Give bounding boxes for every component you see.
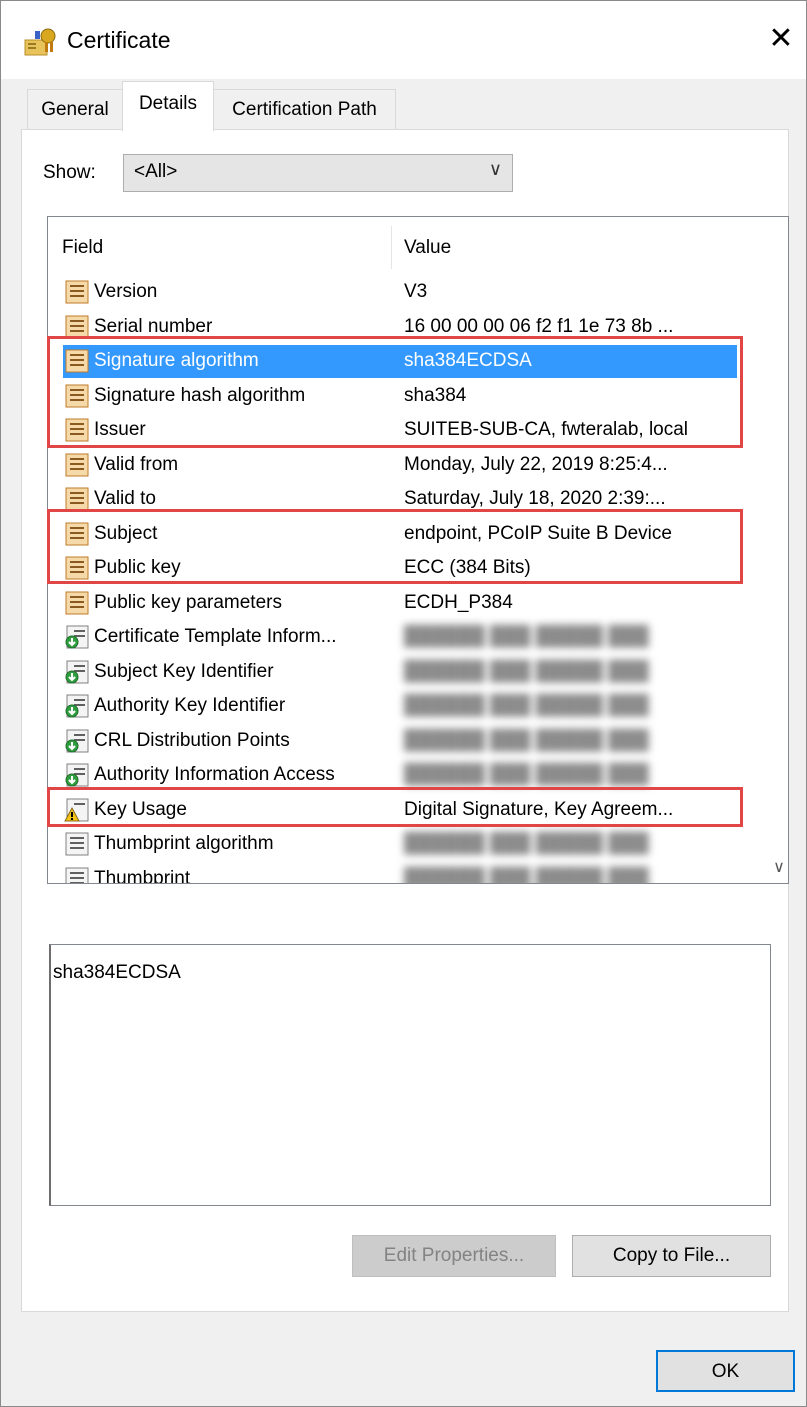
list-item[interactable]: Version V3 [48,275,770,310]
list-item[interactable]: Thumbprint algorithm ██████ ███ █████ ███ [48,827,770,862]
field-value: ECDH_P384 [404,591,513,613]
list-item[interactable]: Valid from Monday, July 22, 2019 8:25:4..… [48,448,770,483]
list-item[interactable]: Serial number 16 00 00 00 06 f2 f1 1e 73 … [48,310,770,345]
certificate-field-icon [64,555,90,581]
certificate-extension-icon [64,659,90,685]
field-value: Monday, July 22, 2019 8:25:4... [404,453,668,475]
column-header-field[interactable]: Field [62,237,103,259]
list-item[interactable]: Subject Key Identifier ██████ ███ █████ █… [48,655,770,690]
field-name: Signature algorithm [94,350,259,371]
list-item[interactable]: Authority Information Access ██████ ███ █… [48,758,770,793]
window-title: Certificate [67,27,171,53]
field-value: sha384ECDSA [404,350,532,371]
scroll-down-arrow[interactable]: ∨ [770,857,788,883]
certificate-extension-icon [64,693,90,719]
title-bar: Certificate ✕ [1,1,806,79]
warning-field-icon [64,797,90,823]
list-item[interactable]: Key Usage Digital Signature, Key Agreem..… [48,793,770,828]
field-value: ECC (384 Bits) [404,557,531,578]
list-item[interactable]: Authority Key Identifier ██████ ███ █████… [48,689,770,724]
certificate-extension-icon [64,762,90,788]
show-dropdown-value: <All> [134,161,178,182]
show-label: Show: [43,162,96,183]
field-value: ██████ ███ █████ ███ [404,695,649,716]
field-value: sha384 [404,384,467,406]
field-value: ██████ ███ █████ ███ [404,764,649,785]
certificate-field-icon [64,521,90,547]
certificate-field-icon [64,314,90,340]
field-name: Subject Key Identifier [94,660,274,682]
field-name: Subject [94,522,158,544]
certificate-icon [24,28,56,56]
field-value: Saturday, July 18, 2020 2:39:... [404,488,666,509]
field-value: V3 [404,281,428,302]
column-divider[interactable] [391,226,392,269]
field-name: Version [94,281,158,302]
field-value: 16 00 00 00 06 f2 f1 1e 73 8b ... [404,315,674,337]
list-item[interactable]: Public key parameters ECDH_P384 [48,586,770,621]
list-item[interactable]: Signature algorithm sha384ECDSA [48,344,770,379]
field-name: Public key parameters [94,591,282,613]
property-field-icon [64,831,90,857]
column-header-value[interactable]: Value [404,237,451,259]
certificate-field-icon [64,590,90,616]
field-value-textbox[interactable]: sha384ECDSA [49,944,771,1206]
field-name: Certificate Template Inform... [94,626,337,647]
list-item[interactable]: Thumbprint ██████ ███ █████ ███ [48,862,770,884]
show-dropdown[interactable]: <All> ∨ [123,154,513,192]
fields-list[interactable]: Field Value Version V3 Serial number 16 00 … [47,216,789,884]
field-value: SUITEB-SUB-CA, fwteralab, local [404,419,689,440]
field-name: CRL Distribution Points [94,729,290,751]
field-value: Digital Signature, Key Agreem... [404,798,674,820]
copy-to-file-button[interactable]: Copy to File... [572,1235,771,1277]
field-name: Authority Information Access [94,764,335,785]
chevron-down-icon: ∨ [488,159,502,179]
certificate-field-icon [64,279,90,305]
tab-general[interactable]: General [27,89,123,129]
field-value: endpoint, PCoIP Suite B Device [404,522,672,544]
certificate-dialog: Certificate ✕ General Details Certificat… [0,0,807,1407]
list-item[interactable]: CRL Distribution Points ██████ ███ █████ … [48,724,770,759]
field-name: Valid from [94,453,179,475]
field-name: Thumbprint algorithm [94,833,274,854]
certificate-field-icon [64,486,90,512]
tab-details[interactable]: Details [122,81,214,131]
list-rows: Version V3 Serial number 16 00 00 00 06 f2 … [48,275,770,884]
field-name: Issuer [94,419,146,440]
list-item[interactable]: Subject endpoint, PCoIP Suite B Device [48,517,770,552]
list-header: Field Value [48,217,788,269]
list-item[interactable]: Certificate Template Inform... ██████ ███… [48,620,770,655]
certificate-field-icon [64,348,90,374]
field-name: Public key [94,557,181,578]
certificate-extension-icon [64,728,90,754]
field-name: Key Usage [94,798,187,820]
field-value: ██████ ███ █████ ███ [404,729,649,751]
field-name: Authority Key Identifier [94,695,286,716]
list-item[interactable]: Issuer SUITEB-SUB-CA, fwteralab, local [48,413,770,448]
property-field-icon [64,866,90,883]
list-item[interactable]: Signature hash algorithm sha384 [48,379,770,414]
list-item[interactable]: Valid to Saturday, July 18, 2020 2:39:... [48,482,770,517]
edit-properties-button[interactable]: Edit Properties... [352,1235,556,1277]
field-value: ██████ ███ █████ ███ [404,867,649,884]
tab-certification-path[interactable]: Certification Path [213,89,396,129]
field-name: Signature hash algorithm [94,384,306,406]
close-button[interactable]: ✕ [761,19,801,59]
field-name: Thumbprint [94,867,191,884]
certificate-extension-icon [64,624,90,650]
field-name: Valid to [94,488,156,509]
field-value: ██████ ███ █████ ███ [404,833,649,854]
certificate-field-icon [64,417,90,443]
field-value: ██████ ███ █████ ███ [404,660,649,682]
ok-button[interactable]: OK [656,1350,795,1392]
list-item[interactable]: Public key ECC (384 Bits) [48,551,770,586]
field-name: Serial number [94,315,213,337]
field-value-text: sha384ECDSA [53,962,181,983]
certificate-field-icon [64,452,90,478]
certificate-field-icon [64,383,90,409]
field-value: ██████ ███ █████ ███ [404,626,649,647]
